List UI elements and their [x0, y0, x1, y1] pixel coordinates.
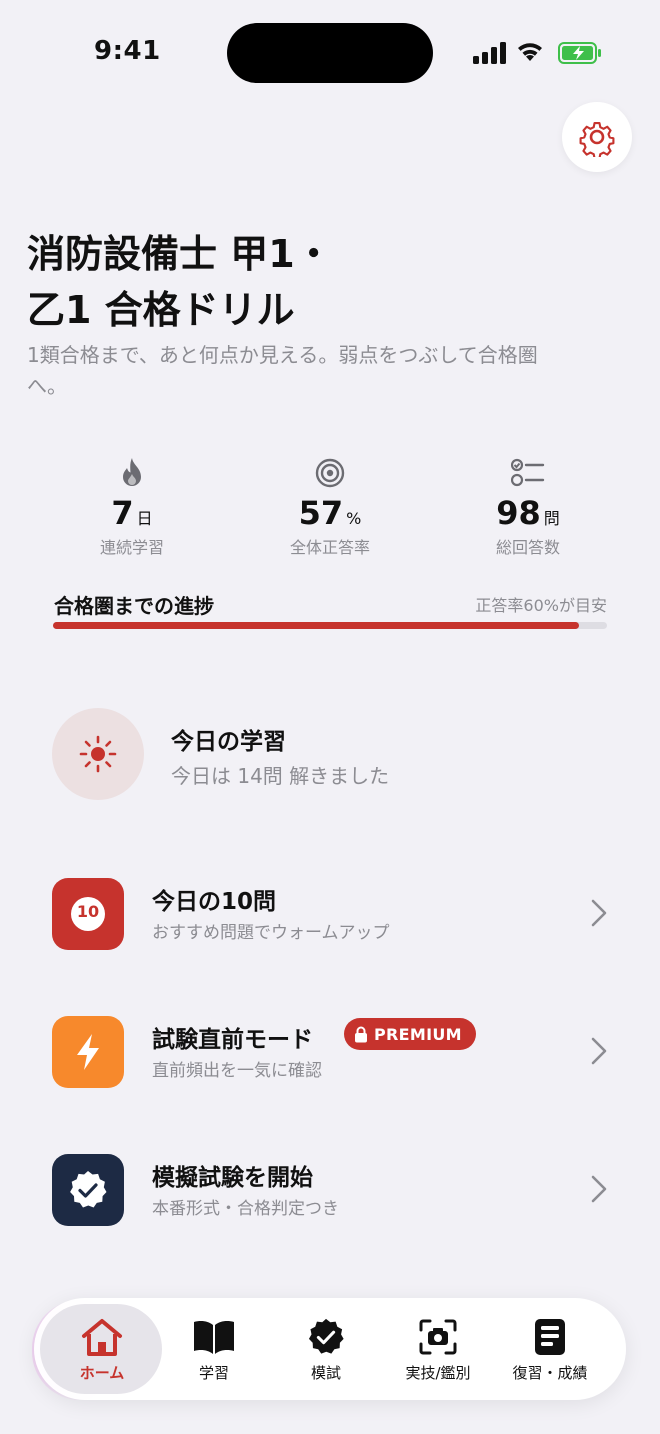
- chevron-right-icon: [591, 899, 607, 927]
- stat-streak-value: 7: [111, 494, 134, 532]
- sun-icon: [79, 735, 117, 773]
- progress-hint: 正答率60%が目安: [475, 596, 607, 615]
- lightning-icon: [77, 1034, 99, 1070]
- exam-mode-subtitle: 直前頻出を一気に確認: [152, 1061, 322, 1081]
- tab-bar: ホーム 学習 模試 実技/鑑別 復習・成績: [34, 1298, 626, 1400]
- menu-row-exam-mode[interactable]: 試験直前モード PREMIUM 直前頻出を一気に確認: [0, 1012, 660, 1092]
- tab-practical-label: 実技/鑑別: [405, 1364, 471, 1382]
- mock-exam-tile: [52, 1154, 124, 1226]
- progress-bar-fill: [53, 622, 580, 629]
- menu-row-daily-ten[interactable]: 10 今日の10問 おすすめ問題でウォームアップ: [0, 874, 660, 954]
- stat-total-label: 総回答数: [495, 538, 560, 557]
- today-subtitle: 今日は 14問 解きました: [171, 764, 390, 788]
- exam-mode-tile: [52, 1016, 124, 1088]
- today-icon-circle: [52, 708, 144, 800]
- camera-icon: [419, 1319, 457, 1355]
- stat-total-value: 98: [496, 494, 541, 532]
- daily-ten-title: 今日の10問: [152, 889, 277, 915]
- page-subtitle: 1類合格まで、あと何点か見える。弱点をつぶして合格圏へ。: [27, 343, 538, 398]
- mock-exam-title: 模擬試験を開始: [152, 1165, 313, 1191]
- stat-streak: 7日 連続学習: [42, 456, 222, 558]
- book-icon: [194, 1321, 234, 1354]
- page-title-line2: 乙1 合格ドリル: [27, 288, 295, 332]
- wifi-icon: [518, 43, 542, 61]
- dynamic-island: [227, 23, 433, 83]
- stat-accuracy: 57% 全体正答率: [240, 456, 420, 558]
- tab-home[interactable]: ホーム: [46, 1298, 158, 1400]
- battery-charging-icon: [558, 42, 601, 64]
- chevron-right-icon: [591, 1037, 607, 1065]
- cellular-signal-icon: [473, 42, 507, 64]
- ten-badge-text: 10: [76, 902, 100, 921]
- chevron-right-icon: [591, 1175, 607, 1203]
- lock-icon: [355, 1026, 367, 1042]
- stat-accuracy-value: 57: [298, 494, 344, 532]
- page-title-line1: 消防設備士 甲1・: [27, 232, 333, 276]
- today-title: 今日の学習: [171, 729, 286, 755]
- stat-total-unit: 問: [543, 509, 560, 528]
- tab-practical[interactable]: 実技/鑑別: [382, 1298, 494, 1400]
- home-icon: [82, 1319, 122, 1356]
- stat-total: 98 問 総回答数: [438, 456, 618, 558]
- verified-check-icon: [70, 1171, 107, 1208]
- stat-streak-unit: 日: [136, 509, 153, 528]
- premium-badge: PREMIUM: [344, 1018, 476, 1050]
- menu-row-mock-exam[interactable]: 模擬試験を開始 本番形式・合格判定つき: [0, 1150, 660, 1230]
- daily-ten-subtitle: おすすめ問題でウォームアップ: [152, 923, 390, 943]
- mock-exam-subtitle: 本番形式・合格判定つき: [152, 1199, 339, 1219]
- daily-ten-tile: 10: [52, 878, 124, 950]
- status-time: 9:41: [94, 36, 161, 66]
- stat-streak-label: 連続学習: [99, 538, 164, 557]
- tab-review-label: 復習・成績: [512, 1364, 588, 1382]
- tab-review[interactable]: 復習・成績: [494, 1298, 606, 1400]
- tab-study[interactable]: 学習: [158, 1298, 270, 1400]
- checklist-icon: [511, 458, 545, 487]
- flame-icon: [123, 458, 141, 486]
- settings-button[interactable]: [562, 102, 632, 172]
- tab-mock-label: 模試: [310, 1364, 341, 1382]
- tab-study-label: 学習: [198, 1364, 229, 1382]
- gear-icon: [579, 121, 615, 157]
- page-title: 消防設備士 甲1・ 乙1 合格ドリル: [27, 226, 407, 338]
- tab-mock[interactable]: 模試: [270, 1298, 382, 1400]
- premium-badge-label: PREMIUM: [374, 1024, 462, 1044]
- exam-mode-title: 試験直前モード: [152, 1027, 313, 1053]
- verified-check-icon: [308, 1318, 344, 1354]
- progress-label: 合格圏までの進捗: [54, 594, 214, 618]
- stat-accuracy-unit: %: [346, 509, 362, 528]
- document-icon: [535, 1319, 565, 1355]
- target-icon: [315, 458, 345, 488]
- tab-home-label: ホーム: [79, 1364, 125, 1382]
- stat-accuracy-label: 全体正答率: [289, 538, 370, 557]
- progress-bar: [53, 622, 607, 629]
